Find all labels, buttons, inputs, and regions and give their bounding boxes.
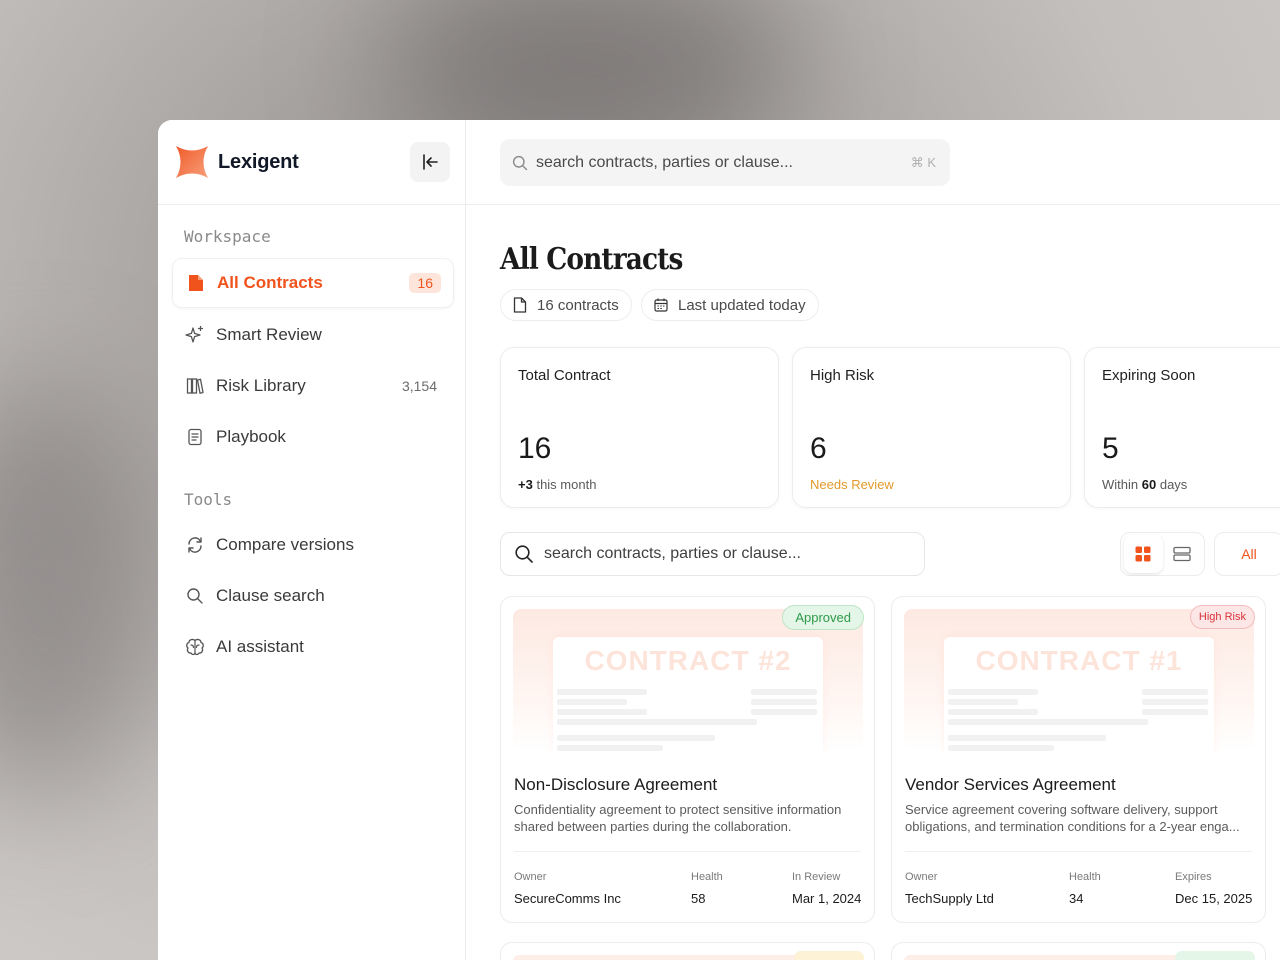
item-count: 3,154 bbox=[401, 378, 437, 394]
sidebar-item-label: All Contracts bbox=[217, 273, 323, 292]
sidebar-item-playbook[interactable]: Playbook bbox=[172, 412, 454, 462]
global-search-input[interactable]: search contracts, parties or clause... ⌘… bbox=[500, 139, 950, 186]
contract-card[interactable]: CONTRACT #2 Approved Non-Disclosure Agre… bbox=[500, 596, 875, 923]
sidebar-item-label: AI assistant bbox=[216, 637, 304, 656]
lexigent-logo-icon bbox=[176, 146, 208, 178]
stat-value: 6 bbox=[810, 432, 827, 465]
sidebar-item-label: Smart Review bbox=[216, 325, 322, 344]
divider bbox=[905, 851, 1252, 852]
keyboard-shortcut-hint: ⌘ K bbox=[910, 154, 936, 170]
search-placeholder: search contracts, parties or clause... bbox=[544, 545, 801, 562]
stat-value: 16 bbox=[518, 432, 552, 465]
top-bar: search contracts, parties or clause... ⌘… bbox=[466, 120, 1280, 205]
collapse-left-icon bbox=[423, 154, 438, 170]
search-icon bbox=[515, 545, 533, 563]
chip-label: 16 contracts bbox=[537, 296, 619, 314]
section-label-tools: Tools bbox=[184, 490, 233, 509]
contracts-search-input[interactable]: search contracts, parties or clause... bbox=[500, 532, 925, 576]
collapse-sidebar-button[interactable] bbox=[410, 142, 450, 182]
contract-name: Vendor Services Agreement bbox=[905, 775, 1116, 794]
sidebar-item-all-contracts[interactable]: All Contracts 16 bbox=[172, 258, 454, 308]
contract-watermark: CONTRACT #1 bbox=[975, 645, 1183, 676]
contract-date: Expires Dec 15, 2025 bbox=[1175, 871, 1253, 906]
brand-name: Lexigent bbox=[218, 151, 299, 173]
grid-icon bbox=[1135, 546, 1151, 562]
section-label-workspace: Workspace bbox=[184, 227, 271, 246]
contract-description: Service agreement covering software deli… bbox=[905, 802, 1240, 834]
status-badge bbox=[794, 951, 864, 960]
status-badge bbox=[1175, 951, 1255, 960]
stat-card-expiring: Expiring Soon 5 Within 60 days bbox=[1084, 347, 1280, 508]
main-content: search contracts, parties or clause... ⌘… bbox=[466, 120, 1280, 960]
contract-thumbnail: CONTRACT #1 bbox=[904, 609, 1254, 751]
sidebar-item-label: Compare versions bbox=[216, 535, 354, 554]
contract-watermark: CONTRACT #2 bbox=[584, 645, 792, 676]
sidebar-item-label: Clause search bbox=[216, 586, 325, 605]
calendar-icon bbox=[654, 298, 668, 312]
search-icon bbox=[512, 155, 528, 170]
sidebar-item-smart-review[interactable]: Smart Review bbox=[172, 310, 454, 360]
stat-title: High Risk bbox=[810, 367, 875, 384]
chip-label: Last updated today bbox=[678, 296, 806, 314]
contract-description: Confidentiality agreement to protect sen… bbox=[514, 802, 842, 834]
status-badge: Approved bbox=[782, 605, 864, 630]
sidebar-item-ai-assistant[interactable]: AI assistant bbox=[172, 622, 454, 672]
search-icon bbox=[185, 586, 205, 606]
sidebar-item-compare-versions[interactable]: Compare versions bbox=[172, 520, 454, 570]
contract-thumbnail: CONTRACT #2 bbox=[513, 609, 863, 751]
grid-view-button[interactable] bbox=[1124, 535, 1163, 573]
contracts-count-chip: 16 contracts bbox=[500, 289, 632, 321]
contract-card[interactable] bbox=[891, 942, 1266, 960]
sparkle-icon bbox=[185, 325, 205, 345]
stat-subtext: Within 60 days bbox=[1102, 477, 1188, 492]
stat-subtext: +3 this month bbox=[518, 477, 597, 492]
contract-health: Health 58 bbox=[691, 871, 723, 906]
status-badge: High Risk bbox=[1189, 605, 1255, 629]
last-updated-chip: Last updated today bbox=[641, 289, 819, 321]
stat-card-total: Total Contract 16 +3 this month bbox=[500, 347, 779, 508]
divider bbox=[514, 851, 861, 852]
contract-name: Non-Disclosure Agreement bbox=[514, 775, 718, 794]
contract-card[interactable]: CONTRACT #1 High Risk Vendor Services Ag… bbox=[891, 596, 1266, 923]
contract-health: Health 34 bbox=[1069, 871, 1101, 906]
search-placeholder: search contracts, parties or clause... bbox=[536, 153, 793, 171]
contract-date: In Review Mar 1, 2024 bbox=[792, 871, 862, 906]
contract-owner: Owner SecureComms Inc bbox=[514, 871, 621, 906]
sidebar: Lexigent Workspace All Contracts 16 Smar… bbox=[158, 120, 466, 960]
sidebar-item-label: Risk Library bbox=[216, 376, 306, 395]
file-icon bbox=[513, 297, 527, 313]
sidebar-header: Lexigent bbox=[158, 120, 465, 205]
app-window: Lexigent Workspace All Contracts 16 Smar… bbox=[158, 120, 1280, 960]
books-icon bbox=[185, 376, 205, 396]
refresh-icon bbox=[185, 535, 205, 555]
brain-icon bbox=[185, 637, 205, 657]
stat-title: Total Contract bbox=[518, 367, 611, 384]
contract-card[interactable] bbox=[500, 942, 875, 960]
view-toggle bbox=[1120, 532, 1205, 576]
sidebar-item-risk-library[interactable]: Risk Library 3,154 bbox=[172, 361, 454, 411]
stat-title: Expiring Soon bbox=[1102, 367, 1196, 384]
stat-value: 5 bbox=[1102, 432, 1119, 465]
list-view-button[interactable] bbox=[1163, 535, 1202, 573]
stat-subtext: Needs Review bbox=[810, 477, 894, 492]
sidebar-item-label: Playbook bbox=[216, 427, 286, 446]
count-badge: 16 bbox=[409, 273, 441, 293]
sidebar-item-clause-search[interactable]: Clause search bbox=[172, 571, 454, 621]
stat-card-high-risk: High Risk 6 Needs Review bbox=[792, 347, 1071, 508]
filter-all-button[interactable]: All bbox=[1214, 532, 1280, 576]
background-blur bbox=[0, 380, 160, 800]
document-icon bbox=[186, 273, 206, 293]
page-title: All Contracts bbox=[500, 242, 683, 277]
notebook-icon bbox=[185, 427, 205, 447]
contract-owner: Owner TechSupply Ltd bbox=[905, 871, 994, 906]
list-icon bbox=[1173, 546, 1191, 562]
